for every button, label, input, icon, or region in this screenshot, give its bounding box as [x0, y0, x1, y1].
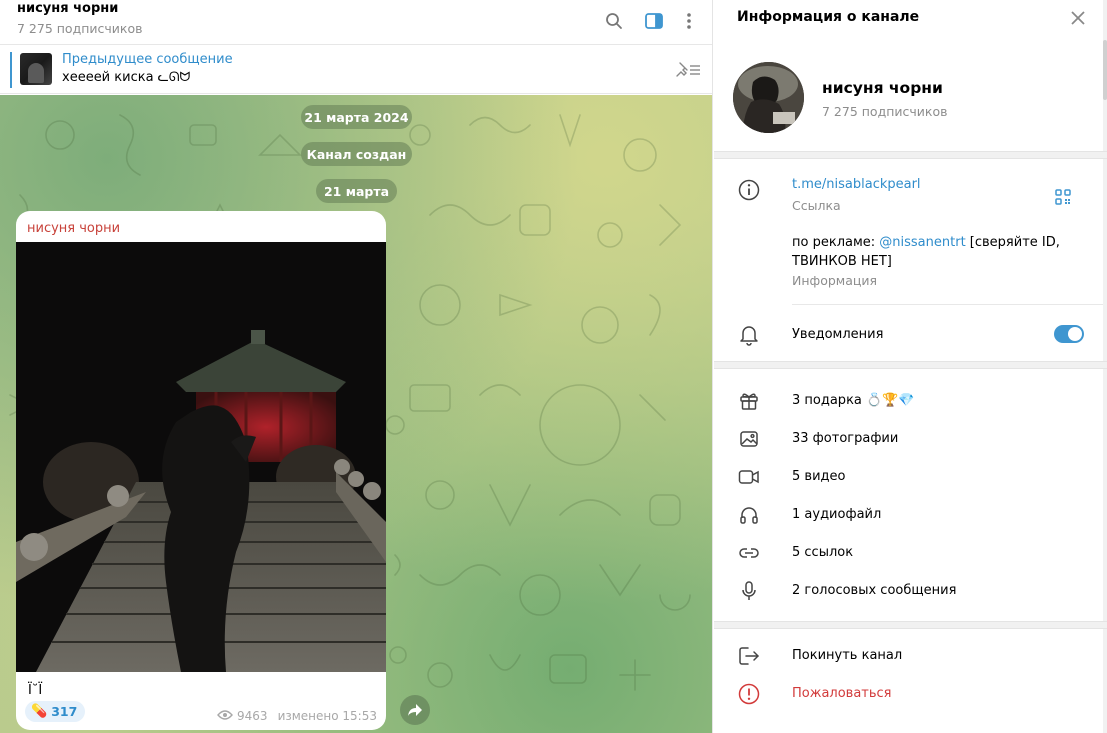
description-mention[interactable]: @nissanentrt [879, 235, 965, 250]
headphones-icon [737, 503, 761, 527]
pinned-thumbnail [20, 53, 52, 85]
channel-description: по рекламе: @nissanentrt [сверяйте ID, ТВ… [792, 233, 1092, 271]
notifications-toggle[interactable] [1054, 325, 1084, 343]
channel-subscribers: 7 275 подписчиков [822, 104, 948, 119]
forward-button[interactable] [400, 695, 430, 725]
service-message-channel-created: Канал создан [301, 142, 412, 166]
description-label: Информация [792, 273, 878, 288]
report-button[interactable]: Пожаловаться [792, 686, 892, 701]
chat-title[interactable]: нисуня чорни [17, 1, 118, 16]
chat-area: нисуня чорни 7 275 подписчиков Предыдуще… [0, 0, 713, 733]
description-prefix: по рекламе: [792, 235, 880, 250]
close-icon[interactable] [1068, 8, 1088, 28]
description-suffix: [сверяйте ID, [965, 235, 1060, 250]
reaction-count: 317 [51, 704, 78, 719]
pinned-indicator [10, 52, 12, 88]
date-separator: 21 марта [316, 179, 397, 203]
sidebar-toggle-icon[interactable] [641, 8, 667, 34]
message-bubble[interactable]: нисуня чорни Ϊ˘Ϊ 💊 317 9463 изменено 15:… [16, 211, 386, 730]
pinned-message-bar[interactable]: Предыдущее сообщение хеееей киска ᓚᘏᗢ [0, 46, 712, 94]
report-icon [737, 682, 761, 706]
scrollbar-thumb[interactable] [1103, 40, 1107, 100]
pinned-text: хеееей киска ᓚᘏᗢ [62, 70, 191, 85]
chat-header[interactable]: нисуня чорни 7 275 подписчиков [0, 0, 712, 45]
pill-emoji: 💊 [31, 704, 48, 719]
description-line-2: ТВИНКОВ НЕТ] [792, 254, 892, 269]
section-divider [714, 621, 1107, 629]
date-separator: 21 марта 2024 [301, 105, 412, 129]
gift-icon [737, 389, 761, 413]
more-vertical-icon[interactable] [676, 8, 702, 34]
section-divider [714, 151, 1107, 159]
message-author[interactable]: нисуня чорни [27, 221, 120, 236]
reaction-chip[interactable]: 💊 317 [25, 701, 86, 722]
bell-icon [737, 323, 761, 347]
video-icon [737, 465, 761, 489]
view-count: 9463 [237, 709, 268, 723]
pinned-title: Предыдущее сообщение [62, 52, 233, 67]
media-links[interactable]: 5 ссылок [792, 545, 853, 560]
leave-icon [737, 644, 761, 668]
chat-subscribers: 7 275 подписчиков [17, 21, 143, 36]
media-voice-messages[interactable]: 2 голосовых сообщения [792, 583, 956, 598]
eye-icon [217, 709, 233, 723]
media-videos[interactable]: 5 видео [792, 469, 845, 484]
edited-time: изменено 15:53 [277, 709, 377, 723]
channel-avatar[interactable] [733, 62, 804, 133]
photo-icon [737, 427, 761, 451]
message-caption: Ϊ˘Ϊ [28, 683, 43, 698]
message-photo[interactable] [16, 242, 386, 672]
leave-channel-button[interactable]: Покинуть канал [792, 648, 902, 663]
channel-link[interactable]: t.me/nisablackpearl [792, 177, 921, 192]
media-gifts[interactable]: 3 подарка 💍🏆💎 [792, 393, 915, 408]
link-icon [737, 541, 761, 565]
channel-name: нисуня чорни [822, 79, 943, 97]
search-icon[interactable] [601, 8, 627, 34]
row-divider [792, 304, 1103, 305]
channel-info-panel: Информация о канале нисуня чорни 7 275 п… [714, 0, 1107, 733]
qr-code-icon[interactable] [1051, 185, 1075, 209]
pinned-list-icon[interactable] [674, 60, 702, 80]
section-divider [714, 361, 1107, 369]
info-icon [737, 178, 761, 202]
media-photos[interactable]: 33 фотографии [792, 431, 898, 446]
message-meta: 9463 изменено 15:53 [217, 709, 377, 723]
notifications-label[interactable]: Уведомления [792, 327, 883, 342]
info-title: Информация о канале [737, 9, 920, 25]
info-header: Информация о канале [714, 0, 1107, 38]
media-audio[interactable]: 1 аудиофайл [792, 507, 881, 522]
microphone-icon [737, 579, 761, 603]
channel-link-label: Ссылка [792, 198, 841, 213]
